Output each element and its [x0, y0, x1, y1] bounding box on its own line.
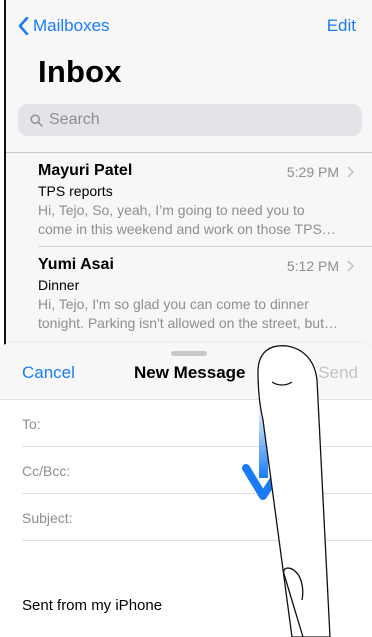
compose-title: New Message [134, 363, 246, 382]
list-divider [6, 152, 372, 153]
cancel-button[interactable]: Cancel [22, 363, 75, 383]
send-button[interactable]: Send [318, 363, 358, 383]
mail-subject: Dinner [38, 277, 80, 293]
subject-field[interactable]: Subject: [22, 510, 372, 526]
search-placeholder: Search [49, 111, 100, 128]
sheet-grabber[interactable] [171, 351, 207, 356]
mail-time-text: 5:29 PM [286, 164, 339, 180]
chevron-right-icon [347, 260, 354, 272]
search-icon [30, 113, 43, 127]
mail-screen: Mailboxes Edit Inbox Search Mayuri Patel… [0, 0, 372, 637]
mail-preview-line: Hi, Tejo, So, yeah, I’m going to need yo… [38, 202, 305, 218]
edit-button[interactable]: Edit [327, 16, 356, 36]
back-button[interactable]: Mailboxes [18, 16, 110, 36]
mail-divider [38, 246, 372, 247]
page-title: Inbox [38, 54, 122, 89]
mail-time: 5:12 PM [287, 258, 354, 274]
header-divider [0, 399, 372, 400]
inbox-view: Mailboxes Edit Inbox Search Mayuri Patel… [4, 0, 372, 360]
search-input[interactable]: Search [18, 104, 362, 136]
field-divider [22, 493, 372, 494]
compose-header: Cancel New Message Send [0, 343, 372, 399]
compose-sheet: Cancel New Message Send To: Cc/Bcc: Subj… [0, 343, 372, 637]
message-body-signature[interactable]: Sent from my iPhone [22, 597, 162, 614]
mail-preview: Hi, Tejo, I'm so glad you can come to di… [38, 295, 354, 333]
to-field[interactable]: To: [22, 416, 372, 432]
mail-time-text: 5:12 PM [286, 258, 339, 274]
mail-preview-line: tonight. Parking isn't allowed on the st… [38, 315, 338, 331]
back-button-label: Mailboxes [33, 16, 110, 35]
mail-item[interactable]: Mayuri Patel 5:29 PM TPS reports Hi, Tej… [38, 162, 354, 239]
mail-preview: Hi, Tejo, So, yeah, I’m going to need yo… [38, 201, 354, 239]
mail-preview-line: come in this weekend and work on those T… [38, 221, 336, 237]
ccbcc-field[interactable]: Cc/Bcc: [22, 463, 372, 479]
field-divider [22, 540, 372, 541]
mail-time: 5:29 PM [287, 164, 354, 180]
mail-preview-line: Hi, Tejo, I'm so glad you can come to di… [38, 296, 309, 312]
chevron-left-icon [18, 17, 29, 35]
mail-item[interactable]: Yumi Asai 5:12 PM Dinner Hi, Tejo, I'm s… [38, 256, 354, 333]
mail-subject: TPS reports [38, 183, 113, 199]
nav-bar: Mailboxes Edit [6, 14, 372, 44]
chevron-right-icon [347, 166, 354, 178]
field-divider [22, 446, 372, 447]
